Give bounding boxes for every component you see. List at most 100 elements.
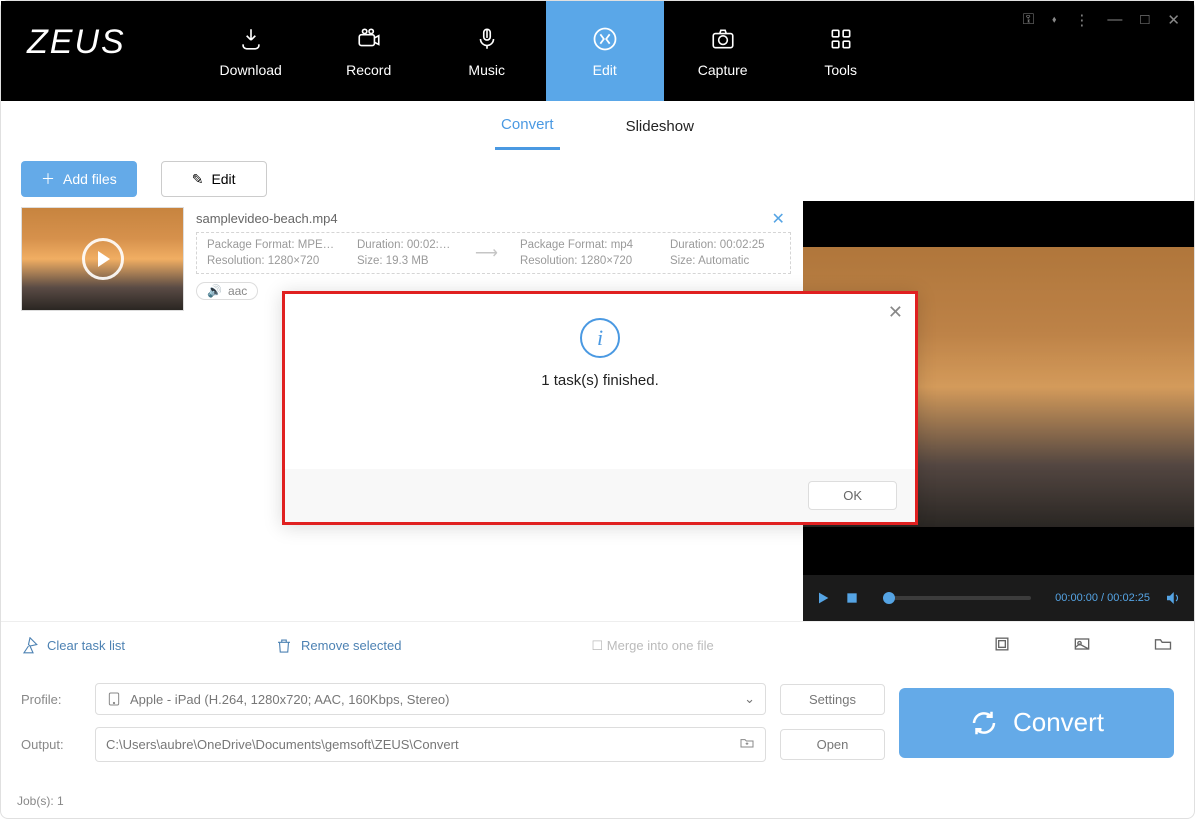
nav-label: Edit	[593, 62, 617, 78]
trash-icon	[275, 637, 293, 655]
dst-size: Size: Automatic	[670, 255, 780, 267]
src-duration: Duration: 00:02:…	[357, 239, 453, 251]
modal-ok-button[interactable]: OK	[808, 481, 897, 510]
audio-chip[interactable]: 🔊 aac	[196, 282, 258, 300]
dst-duration: Duration: 00:02:25	[670, 239, 780, 251]
record-icon	[356, 24, 382, 54]
merge-checkbox[interactable]: ☐ Merge into one file	[591, 638, 713, 654]
play-icon[interactable]	[815, 590, 831, 606]
output-path[interactable]: C:\Users\aubre\OneDrive\Documents\gemsof…	[95, 727, 766, 762]
edit-label: Edit	[211, 171, 235, 187]
broom-icon	[21, 637, 39, 655]
main-nav: Download Record Music Edit Capture Tools	[192, 1, 900, 101]
minimize-icon[interactable]: —	[1107, 11, 1122, 29]
share-icon[interactable]: ⬪	[1052, 11, 1056, 29]
modal-close-icon[interactable]: ✕	[888, 302, 903, 323]
nav-tools[interactable]: Tools	[782, 1, 900, 101]
src-resolution: Resolution: 1280×720	[207, 255, 335, 267]
chevron-down-icon: ⌄	[744, 691, 755, 707]
clear-task-button[interactable]: Clear task list	[21, 637, 125, 655]
volume-icon[interactable]	[1164, 589, 1182, 607]
modal-message: 1 task(s) finished.	[285, 372, 915, 389]
tab-slideshow[interactable]: Slideshow	[620, 104, 700, 149]
preview-tool-icons	[992, 634, 1174, 657]
preview-controls: 00:00:00 / 00:02:25	[803, 575, 1194, 621]
nav-label: Record	[346, 62, 391, 78]
src-size: Size: 19.3 MB	[357, 255, 453, 267]
add-files-label: Add files	[63, 171, 117, 187]
snapshot-icon[interactable]	[1072, 634, 1092, 657]
action-row: ＋ Add files ✎ Edit	[1, 151, 1194, 201]
dst-col1: Package Format: mp4 Resolution: 1280×720	[520, 239, 648, 267]
chip-label: aac	[228, 284, 247, 298]
arrow-icon: ⟶	[475, 243, 498, 263]
close-icon[interactable]: ✕	[1167, 11, 1180, 29]
app-header: ZEUS Download Record Music Edit Capture …	[1, 1, 1194, 101]
open-button[interactable]: Open	[780, 729, 885, 760]
sub-tabs: Convert Slideshow	[1, 101, 1194, 151]
src-package: Package Format: MPE…	[207, 239, 335, 251]
nav-music[interactable]: Music	[428, 1, 546, 101]
info-icon: i	[580, 318, 620, 358]
remove-file-icon[interactable]: ✕	[772, 209, 785, 229]
folder-icon[interactable]	[1152, 634, 1174, 657]
edit-icon	[591, 24, 619, 54]
src-col2: Duration: 00:02:… Size: 19.3 MB	[357, 239, 453, 267]
remove-selected-button[interactable]: Remove selected	[275, 637, 401, 655]
output-value: C:\Users\aubre\OneDrive\Documents\gemsof…	[106, 737, 459, 752]
nav-label: Music	[468, 62, 505, 78]
fullscreen-icon[interactable]	[992, 634, 1012, 657]
convert-button[interactable]: Convert	[899, 688, 1174, 758]
folder-open-icon	[739, 735, 755, 754]
nav-label: Tools	[824, 62, 857, 78]
download-icon	[238, 24, 264, 54]
profile-select[interactable]: Apple - iPad (H.264, 1280x720; AAC, 160K…	[95, 683, 766, 715]
settings-area: Profile: Apple - iPad (H.264, 1280x720; …	[1, 669, 1194, 772]
nav-download[interactable]: Download	[192, 1, 310, 101]
window-controls: ⚿ ⬪ ⋮ — □ ✕	[1023, 11, 1180, 29]
app-logo: ZEUS	[1, 1, 152, 101]
remove-label: Remove selected	[301, 638, 401, 653]
nav-label: Capture	[698, 62, 748, 78]
device-icon	[106, 691, 122, 707]
convert-icon	[969, 708, 999, 738]
music-icon	[474, 24, 500, 54]
output-label: Output:	[21, 737, 81, 752]
nav-label: Download	[220, 62, 282, 78]
convert-label: Convert	[1013, 707, 1104, 738]
add-files-button[interactable]: ＋ Add files	[21, 161, 137, 197]
file-thumbnail[interactable]	[21, 207, 184, 311]
nav-edit[interactable]: Edit	[546, 1, 664, 101]
profile-label: Profile:	[21, 692, 81, 707]
playback-slider[interactable]	[883, 596, 1031, 600]
stop-icon[interactable]	[845, 591, 859, 605]
edit-button[interactable]: ✎ Edit	[161, 161, 267, 197]
maximize-icon[interactable]: □	[1140, 11, 1149, 29]
capture-icon	[710, 24, 736, 54]
checkbox-icon: ☐	[591, 638, 603, 653]
lower-toolbar: Clear task list Remove selected ☐ Merge …	[1, 621, 1194, 669]
clear-label: Clear task list	[47, 638, 125, 653]
menu-icon[interactable]: ⋮	[1074, 11, 1089, 29]
tab-convert[interactable]: Convert	[495, 102, 560, 150]
file-name: samplevideo-beach.mp4	[196, 211, 791, 226]
sound-icon: 🔊	[207, 284, 222, 298]
status-bar: Job(s): 1	[17, 794, 64, 808]
file-meta: Package Format: MPE… Resolution: 1280×72…	[196, 232, 791, 274]
plus-icon: ＋	[41, 169, 55, 189]
info-modal: ✕ i 1 task(s) finished. OK	[282, 291, 918, 525]
dst-package: Package Format: mp4	[520, 239, 648, 251]
settings-button[interactable]: Settings	[780, 684, 885, 715]
play-overlay-icon	[82, 238, 124, 280]
wand-icon: ✎	[192, 171, 204, 188]
nav-record[interactable]: Record	[310, 1, 428, 101]
key-icon[interactable]: ⚿	[1023, 11, 1034, 29]
modal-footer: OK	[285, 469, 915, 522]
dst-resolution: Resolution: 1280×720	[520, 255, 648, 267]
profile-value: Apple - iPad (H.264, 1280x720; AAC, 160K…	[130, 692, 449, 707]
merge-label: Merge into one file	[607, 638, 714, 653]
tools-icon	[828, 24, 854, 54]
src-col1: Package Format: MPE… Resolution: 1280×72…	[207, 239, 335, 267]
slider-knob[interactable]	[883, 592, 895, 604]
nav-capture[interactable]: Capture	[664, 1, 782, 101]
